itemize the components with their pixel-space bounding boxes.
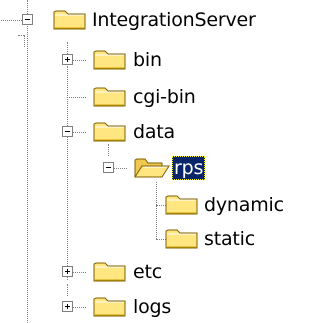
folder-closed-icon	[53, 8, 87, 30]
folder-closed-icon	[93, 120, 127, 142]
expand-toggle[interactable]	[62, 301, 73, 312]
tree-node-label[interactable]: IntegrationServer	[90, 8, 258, 32]
folder-open-icon	[134, 156, 170, 178]
folder-closed-icon	[93, 260, 127, 282]
collapse-toggle[interactable]	[22, 14, 33, 25]
folder-closed-icon	[93, 295, 127, 317]
folder-closed-icon	[93, 85, 127, 107]
folder-closed-icon	[165, 227, 199, 249]
tree-node-label[interactable]: bin	[131, 48, 164, 72]
tree-node-etc[interactable]: etc	[0, 257, 324, 287]
tree-node-bin[interactable]: bin	[0, 45, 324, 75]
tree-node-label[interactable]: etc	[131, 260, 164, 284]
folder-closed-icon	[93, 48, 127, 70]
tree-node-data[interactable]: data	[0, 117, 324, 147]
tree-node-label[interactable]: logs	[131, 295, 173, 319]
tree-node-dynamic[interactable]: dynamic	[0, 190, 324, 220]
folder-tree: IntegrationServer bin cgi-bin data rps d…	[0, 0, 324, 323]
tree-node-logs[interactable]: logs	[0, 292, 324, 322]
tree-node-label[interactable]: cgi-bin	[131, 85, 198, 109]
collapse-toggle[interactable]	[62, 126, 73, 137]
tree-node-cgi-bin[interactable]: cgi-bin	[0, 82, 324, 112]
tree-node-label[interactable]: static	[202, 227, 257, 251]
expand-toggle[interactable]	[62, 54, 73, 65]
folder-closed-icon	[165, 193, 199, 215]
tree-node-static[interactable]: static	[0, 224, 324, 254]
expand-toggle[interactable]	[62, 266, 73, 277]
tree-node-integrationserver[interactable]: IntegrationServer	[0, 5, 324, 35]
tree-node-label-selected[interactable]: rps	[172, 156, 206, 180]
collapse-toggle[interactable]	[103, 162, 114, 173]
tree-node-rps[interactable]: rps	[0, 153, 324, 183]
tree-node-label[interactable]: data	[131, 120, 177, 144]
tree-node-label[interactable]: dynamic	[202, 193, 286, 217]
